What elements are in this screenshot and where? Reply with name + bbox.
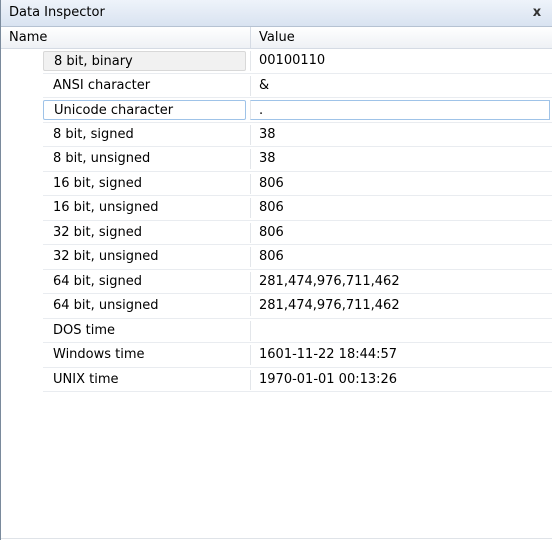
- table-row[interactable]: 32 bit, signed 806: [1, 221, 552, 246]
- row-value[interactable]: 1970-01-01 00:13:26: [250, 369, 550, 390]
- data-inspector-panel: Data Inspector x Name Value 8 bit, binar…: [0, 0, 552, 540]
- row-value[interactable]: 806: [250, 222, 550, 243]
- row-name: 16 bit, signed: [53, 175, 143, 191]
- row-name: 64 bit, signed: [53, 273, 143, 289]
- row-name: 64 bit, unsigned: [53, 298, 159, 313]
- row-name: 8 bit, signed: [53, 126, 134, 142]
- panel-bottom-divider: [1, 538, 552, 539]
- table-row[interactable]: 16 bit, signed 806: [1, 172, 552, 197]
- row-value[interactable]: 806: [250, 247, 550, 267]
- close-icon[interactable]: x: [528, 3, 546, 23]
- panel-titlebar: Data Inspector x: [1, 0, 552, 27]
- table-row[interactable]: 64 bit, unsigned 281,474,976,711,462: [1, 294, 552, 319]
- table-row[interactable]: ANSI character &: [1, 74, 552, 99]
- table-row[interactable]: 8 bit, signed 38: [1, 123, 552, 148]
- row-name: 8 bit, unsigned: [53, 151, 151, 166]
- column-header: Name Value: [1, 27, 552, 49]
- table-row[interactable]: 8 bit, unsigned 38: [1, 147, 552, 172]
- row-value[interactable]: &: [250, 75, 550, 96]
- row-value[interactable]: [250, 320, 550, 341]
- table-row[interactable]: 32 bit, unsigned 806: [1, 245, 552, 270]
- row-name: 32 bit, signed: [53, 224, 143, 240]
- row-name: 8 bit, binary: [43, 51, 246, 71]
- row-name: DOS time: [53, 322, 115, 338]
- row-name: UNIX time: [53, 371, 119, 387]
- table-row[interactable]: UNIX time 1970-01-01 00:13:26: [1, 368, 552, 393]
- row-name: ANSI character: [53, 77, 151, 93]
- row-value[interactable]: 281,474,976,711,462: [250, 271, 550, 292]
- inspector-rows: 8 bit, binary 00100110 ANSI character & …: [1, 49, 552, 392]
- row-name: 16 bit, unsigned: [53, 200, 159, 215]
- table-row[interactable]: Unicode character .: [1, 98, 552, 123]
- table-row[interactable]: Windows time 1601-11-22 18:44:57: [1, 343, 552, 368]
- row-name: Unicode character: [43, 100, 246, 120]
- value-column-header[interactable]: Value: [250, 27, 552, 49]
- row-value[interactable]: 806: [250, 173, 550, 194]
- table-row[interactable]: 16 bit, unsigned 806: [1, 196, 552, 221]
- row-value[interactable]: 38: [250, 124, 550, 145]
- row-name: Windows time: [53, 347, 145, 362]
- row-value[interactable]: 1601-11-22 18:44:57: [250, 345, 550, 365]
- row-value[interactable]: .: [250, 100, 550, 120]
- name-column-header[interactable]: Name: [9, 27, 245, 49]
- row-value[interactable]: 281,474,976,711,462: [250, 296, 550, 316]
- row-value[interactable]: 806: [250, 198, 550, 218]
- row-name: 32 bit, unsigned: [53, 249, 159, 264]
- panel-title: Data Inspector: [9, 5, 105, 20]
- row-value[interactable]: 00100110: [250, 51, 550, 71]
- table-row[interactable]: 8 bit, binary 00100110: [1, 49, 552, 74]
- row-value[interactable]: 38: [250, 149, 550, 169]
- table-row[interactable]: 64 bit, signed 281,474,976,711,462: [1, 270, 552, 295]
- table-row[interactable]: DOS time: [1, 319, 552, 344]
